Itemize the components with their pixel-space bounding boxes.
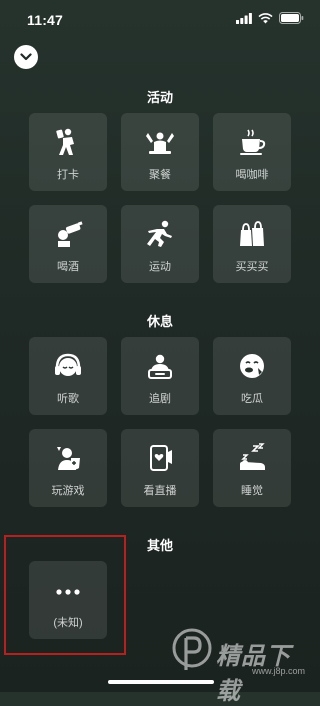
tile-label: 买买买 (235, 261, 269, 273)
section-title-activity: 活动 (146, 90, 173, 105)
status-option-music[interactable]: 听歌 (29, 337, 107, 415)
tile-label: 聚餐 (149, 169, 171, 181)
shopping-bag-icon (237, 219, 267, 249)
status-option-check-in[interactable]: 打卡 (29, 113, 107, 191)
home-indicator[interactable] (108, 680, 214, 684)
tile-label: 喝酒 (57, 261, 79, 273)
coffee-cup-icon (237, 127, 267, 157)
gossip-face-icon (237, 351, 267, 381)
watermark-p-icon (172, 628, 212, 670)
tile-label: 打卡 (57, 169, 79, 181)
tv-watching-icon (145, 351, 175, 381)
dinner-party-icon (145, 127, 175, 157)
status-option-dinner[interactable]: 聚餐 (121, 113, 199, 191)
status-option-exercise[interactable]: 运动 (121, 205, 199, 283)
tile-label: 吃瓜 (241, 393, 263, 405)
collapse-button[interactable] (14, 45, 38, 69)
status-option-tv-series[interactable]: 追剧 (121, 337, 199, 415)
status-option-gossip[interactable]: 吃瓜 (213, 337, 291, 415)
status-option-sleep[interactable]: 睡觉 (213, 429, 291, 507)
status-option-live-stream[interactable]: 看直播 (121, 429, 199, 507)
tile-label: 看直播 (143, 485, 177, 497)
status-option-gaming[interactable]: 玩游戏 (29, 429, 107, 507)
status-bar: 11:47 (0, 0, 320, 40)
status-option-drinking[interactable]: 喝酒 (29, 205, 107, 283)
headphones-icon (53, 351, 83, 381)
live-stream-icon (145, 443, 175, 473)
tile-label: 追剧 (149, 393, 171, 405)
status-option-coffee[interactable]: 喝咖啡 (213, 113, 291, 191)
highlight-box (4, 535, 126, 655)
tile-label: 运动 (149, 261, 171, 273)
tile-label: 喝咖啡 (235, 169, 269, 181)
sleep-icon (237, 443, 267, 473)
exercise-icon (145, 219, 175, 249)
status-option-shopping[interactable]: 买买买 (213, 205, 291, 283)
tile-label: 睡觉 (241, 485, 263, 497)
tile-label: 听歌 (57, 393, 79, 405)
watermark-url: www.j8p.com (252, 666, 306, 676)
wifi-icon (258, 12, 273, 23)
gaming-icon (53, 443, 83, 473)
battery-icon (279, 12, 304, 24)
status-icons (236, 12, 304, 24)
check-in-icon (53, 127, 83, 157)
signal-icon (236, 12, 252, 24)
tile-label: 玩游戏 (51, 485, 85, 497)
chevron-down-icon (20, 53, 32, 61)
drinking-icon (53, 219, 83, 249)
status-time: 11:47 (27, 12, 64, 28)
watermark-logo: 精品下载 www.j8p.com (172, 624, 312, 705)
section-title-rest: 休息 (146, 314, 173, 329)
